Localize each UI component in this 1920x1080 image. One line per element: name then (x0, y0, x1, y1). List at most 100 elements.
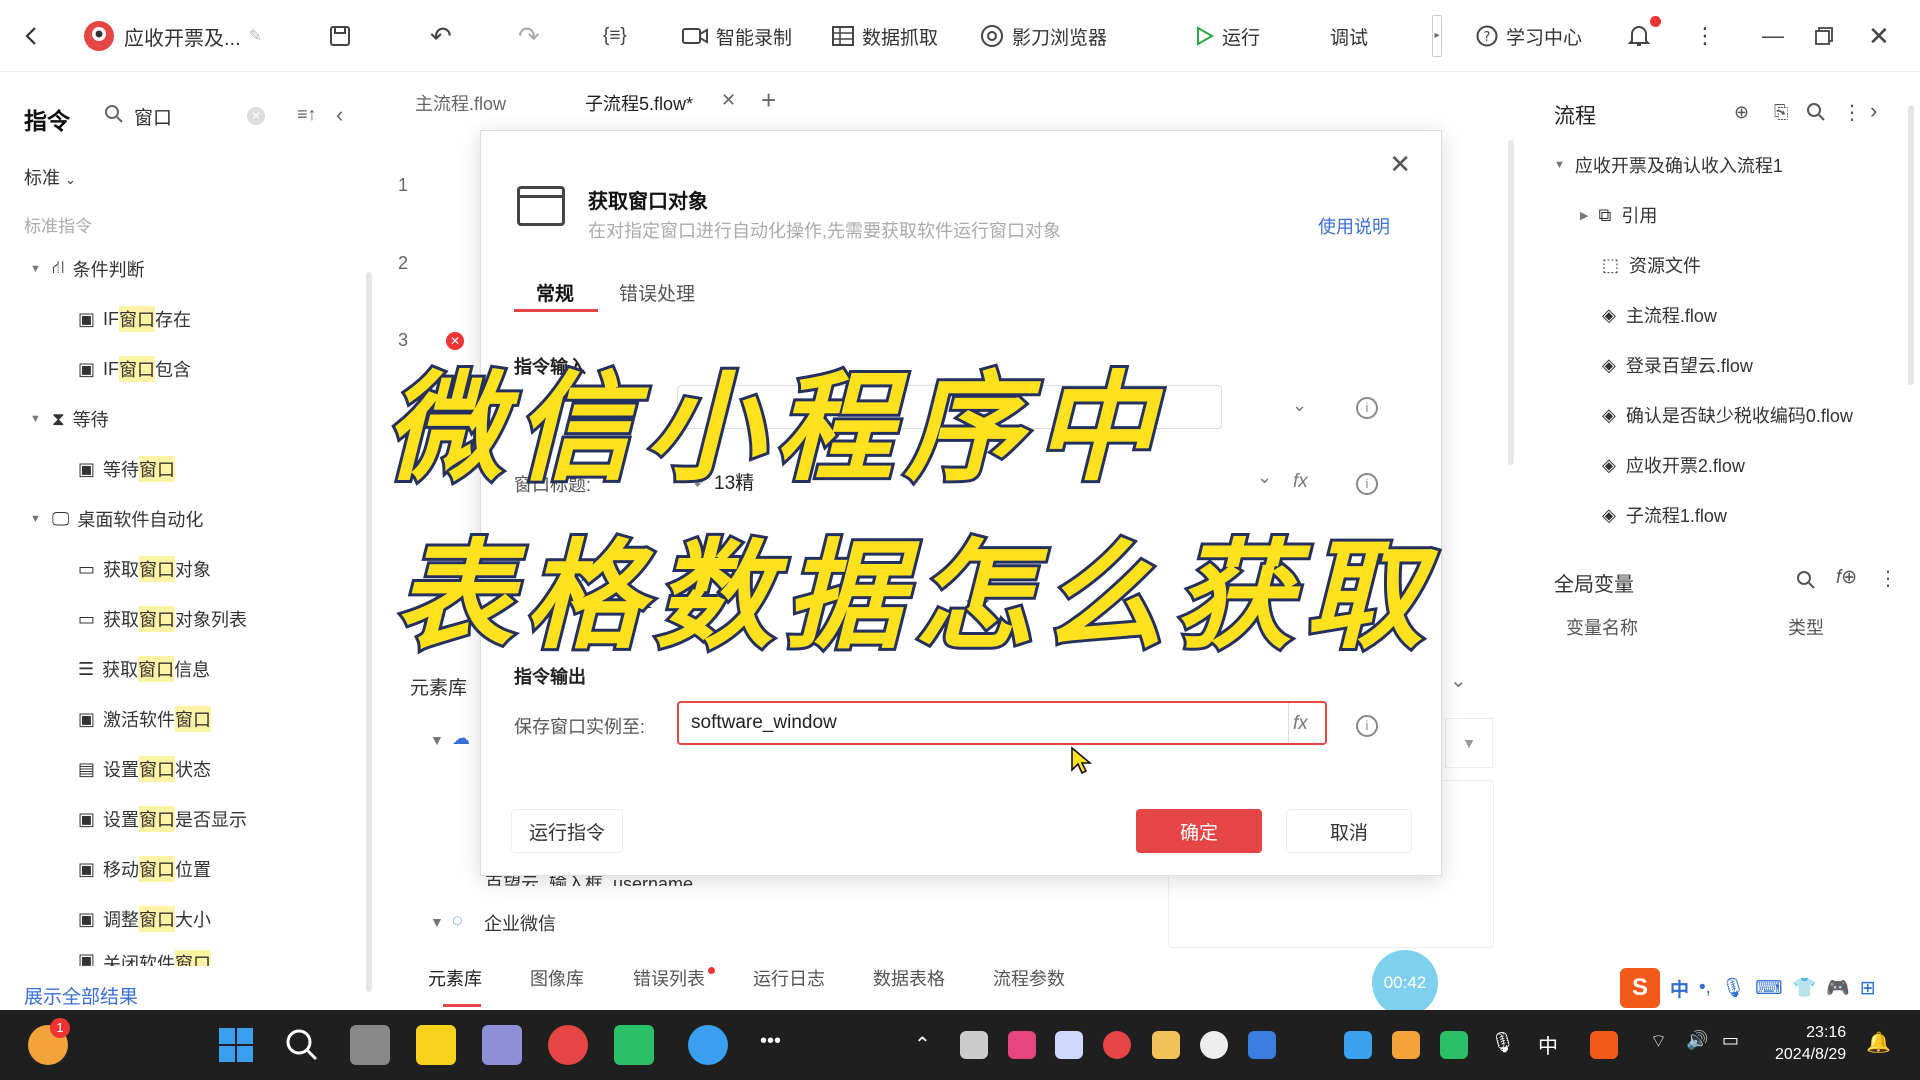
keyboard-icon[interactable]: ⌨ (1755, 977, 1782, 1000)
back-icon[interactable] (24, 0, 38, 72)
tray-icon[interactable] (1103, 1031, 1131, 1059)
input-lang[interactable]: 中 (1538, 1030, 1558, 1059)
copy-flow-icon[interactable]: ⎘ (1774, 102, 1788, 123)
search-icon[interactable] (1806, 102, 1826, 127)
security-icon[interactable] (1248, 1031, 1276, 1059)
add-tab-icon[interactable]: + (761, 85, 776, 116)
run-command-button[interactable]: 运行指令 (511, 809, 623, 853)
fx-icon[interactable]: fx (1293, 471, 1308, 493)
record-button[interactable]: 智能录制 (682, 0, 792, 72)
debug-button[interactable]: 调试 (1330, 0, 1368, 72)
more-vertical-icon[interactable]: ⋮ (1694, 0, 1716, 72)
sogou-logo-icon[interactable]: S (1620, 968, 1660, 1008)
tray-icon[interactable] (1055, 1031, 1083, 1059)
wechat-icon[interactable] (614, 1025, 654, 1065)
notification-bell-icon[interactable]: 🔔 (1866, 1030, 1891, 1055)
tray-icon[interactable] (1152, 1031, 1180, 1059)
btab-params[interactable]: 流程参数 (993, 965, 1065, 991)
battery-icon[interactable]: ▭ (1722, 1030, 1739, 1051)
sticky-notes-icon[interactable] (416, 1025, 456, 1065)
restore-icon[interactable] (1814, 0, 1834, 72)
flow-item[interactable]: ▶ ⧉ 引用 (1580, 202, 1657, 228)
tree-item[interactable]: ▭ 获取 窗口 对象列表 (78, 602, 247, 636)
mic-icon[interactable]: 🎙 (1721, 976, 1745, 1000)
chevron-down-icon[interactable]: ⌄ (1257, 467, 1272, 488)
left-scrollbar[interactable] (366, 272, 372, 992)
collapse-panel-icon[interactable]: ‹ (336, 102, 343, 128)
search-icon[interactable] (282, 1025, 322, 1065)
tree-item[interactable]: ▣ IF 窗口 存在 (78, 302, 191, 336)
tree-item[interactable]: ▣ 激活软件 窗口 (78, 702, 212, 736)
wifi-icon[interactable]: ⌔ (1650, 1030, 1667, 1053)
tree-item[interactable]: ▣ 移动 窗口 位置 (78, 852, 211, 886)
info-icon[interactable]: i (1356, 397, 1378, 419)
btab-errors[interactable]: 错误列表 (633, 965, 705, 991)
command-search-input[interactable]: 窗口 (134, 103, 172, 130)
tray-icon[interactable] (1392, 1031, 1420, 1059)
add-variable-icon[interactable]: f⊕ (1836, 566, 1857, 589)
tree-item[interactable]: ▣ 调整 窗口 大小 (78, 902, 211, 936)
more-apps-icon[interactable]: ••• (760, 1030, 781, 1053)
tray-icon[interactable] (1440, 1031, 1468, 1059)
flow-item[interactable]: ◈ 应收开票2.flow (1602, 452, 1745, 478)
tab-general[interactable]: 常规 (536, 279, 574, 306)
tree-item[interactable]: ▣ 关闭软件 窗口 (78, 950, 212, 966)
tray-icon[interactable] (960, 1031, 988, 1059)
skin-icon[interactable]: 👕 (1793, 976, 1817, 1000)
grid-icon[interactable]: ⊞ (1860, 977, 1876, 1000)
chevron-up-icon[interactable]: ⌃ (914, 1032, 931, 1057)
windows-start-icon[interactable] (216, 1025, 256, 1065)
sort-icon[interactable]: ≡↑ (297, 104, 317, 125)
learning-center-button[interactable]: ? 学习中心 (1476, 0, 1582, 72)
sogou-tray-icon[interactable] (1590, 1031, 1618, 1059)
tab-subflow5[interactable]: 子流程5.flow* (585, 90, 693, 116)
btab-elements[interactable]: 元素库 (428, 965, 482, 991)
app-icon[interactable] (482, 1025, 522, 1065)
caret-down-icon[interactable]: ▼ (430, 914, 444, 930)
help-link[interactable]: 使用说明 (1318, 213, 1390, 239)
flow-item[interactable]: ◈ 登录百望云.flow (1602, 352, 1753, 378)
code-icon[interactable]: {≡} (603, 0, 627, 72)
flow-item[interactable]: ◈ 主流程.flow (1602, 302, 1717, 328)
element-tree-wecom[interactable]: 企业微信 (484, 910, 556, 936)
close-tab-icon[interactable]: ✕ (721, 90, 736, 111)
edit-icon[interactable]: ✎ (249, 26, 262, 46)
redo-icon[interactable]: ↷ (518, 0, 540, 72)
tree-group-condition[interactable]: ▼ ⛙ 条件判断 (30, 252, 145, 286)
app-title-group[interactable]: 应收开票及... ✎ (82, 0, 262, 72)
run-button[interactable]: 运行 (1196, 0, 1260, 72)
system-clock[interactable]: 23:16 2024/8/29 (1775, 1022, 1846, 1066)
close-window-icon[interactable]: ✕ (1868, 0, 1890, 72)
chevron-down-icon[interactable]: ⌄ (1450, 668, 1467, 693)
tray-icon[interactable] (1344, 1031, 1372, 1059)
tree-item[interactable]: ▣ 设置 窗口 是否显示 (78, 802, 247, 836)
dropdown-arrow-icon[interactable]: ▼ (1445, 718, 1493, 768)
info-icon[interactable]: i (1356, 715, 1378, 737)
mic-icon[interactable]: 🎙 (1490, 1030, 1515, 1055)
tray-icon[interactable] (1008, 1031, 1036, 1059)
info-icon[interactable]: i (1356, 473, 1378, 495)
btab-images[interactable]: 图像库 (530, 965, 584, 991)
tab-main-flow[interactable]: 主流程.flow (415, 90, 506, 116)
tree-group-desktop[interactable]: ▼ 🖵 桌面软件自动化 (30, 502, 203, 536)
ime-lang[interactable]: 中 (1670, 975, 1689, 1002)
save-instance-input[interactable]: software_window (677, 701, 1327, 745)
search-icon[interactable] (1796, 570, 1816, 595)
show-all-link[interactable]: 展示全部结果 (24, 982, 138, 1009)
flow-item[interactable]: ◈ 确认是否缺少税收编码0.flow (1602, 402, 1853, 428)
yingdao-app-icon[interactable] (548, 1025, 588, 1065)
recording-timer[interactable]: 00:42 (1372, 950, 1438, 1016)
tree-item[interactable]: ☰ 获取 窗口 信息 (78, 652, 210, 686)
browser-button[interactable]: 影刀浏览器 (980, 0, 1107, 72)
confirm-button[interactable]: 确定 (1136, 809, 1262, 853)
punctuation-icon[interactable]: •, (1699, 977, 1711, 999)
more-vertical-icon[interactable]: ⋮ (1842, 100, 1862, 125)
center-scrollbar[interactable] (1508, 140, 1514, 465)
data-grab-button[interactable]: 数据抓取 (832, 0, 938, 72)
fx-icon[interactable]: fx (1293, 713, 1308, 735)
tree-item[interactable]: ▣ IF 窗口 包含 (78, 352, 191, 386)
clear-search-icon[interactable]: ✕ (247, 107, 265, 125)
standard-dropdown[interactable]: 标准 ⌄ (24, 164, 76, 190)
cancel-button[interactable]: 取消 (1286, 809, 1412, 853)
btab-logs[interactable]: 运行日志 (753, 965, 825, 991)
